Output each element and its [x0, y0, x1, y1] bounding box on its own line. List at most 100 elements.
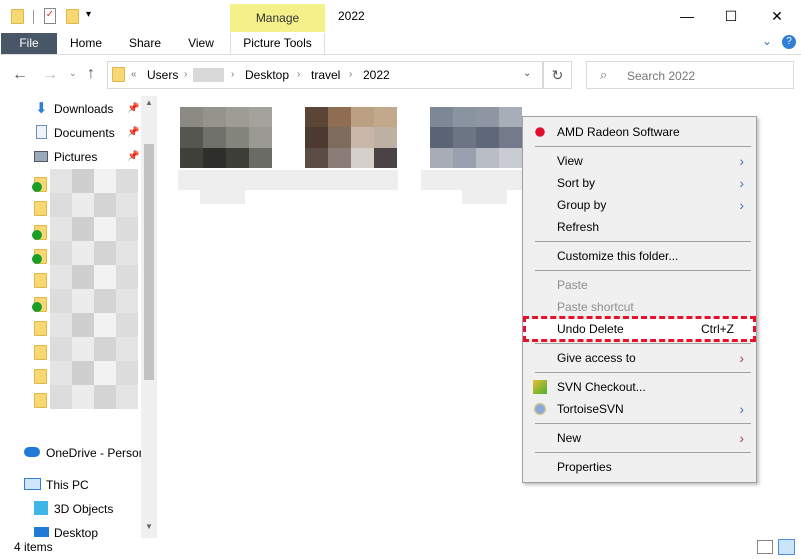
redacted-folder-name[interactable] [50, 217, 72, 241]
redacted-folder-name[interactable] [50, 337, 72, 361]
menu-item-view[interactable]: View › [523, 150, 756, 172]
menu-item-paste-shortcut[interactable]: Paste shortcut [523, 296, 756, 318]
redacted-folder-name[interactable] [116, 361, 138, 385]
chevron-right-icon[interactable]: › [231, 69, 234, 80]
menu-item-sort-by[interactable]: Sort by › [523, 172, 756, 194]
pin-icon[interactable]: 📌 [127, 127, 139, 138]
scroll-down-icon[interactable]: ▼ [145, 522, 153, 531]
chevron-right-icon[interactable]: › [297, 69, 300, 80]
search-input[interactable]: ⌕ Search 2022 [586, 61, 794, 89]
menu-item-refresh[interactable]: Refresh [523, 216, 756, 238]
redacted-folder-name[interactable] [72, 217, 94, 241]
redacted-folder-name[interactable] [50, 313, 72, 337]
scrollbar-thumb[interactable] [144, 144, 154, 380]
file-thumbnail[interactable] [430, 107, 522, 168]
file-thumbnail[interactable] [180, 107, 272, 168]
nav-item-documents[interactable]: Documents [54, 123, 115, 143]
redacted-folder-name[interactable] [72, 337, 94, 361]
nav-item-downloads[interactable]: Downloads [54, 99, 113, 119]
help-icon[interactable]: ? [782, 35, 796, 49]
menu-item-paste[interactable]: Paste [523, 274, 756, 296]
pin-icon[interactable]: 📌 [127, 151, 139, 162]
overflow-icon[interactable]: « [131, 69, 137, 80]
tab-share[interactable]: Share [122, 33, 168, 54]
redacted-folder-name[interactable] [94, 169, 116, 193]
nav-item-pictures[interactable]: Pictures [54, 147, 97, 167]
redacted-folder-name[interactable] [50, 265, 72, 289]
redacted-folder-name[interactable] [50, 361, 72, 385]
nav-item-desktop[interactable]: Desktop [54, 523, 98, 543]
redacted-folder-name[interactable] [116, 217, 138, 241]
redacted-folder-name[interactable] [94, 265, 116, 289]
breadcrumb-users[interactable]: Users [147, 68, 178, 82]
redacted-folder-name[interactable] [94, 289, 116, 313]
menu-item-amd-radeon-software[interactable]: AMD Radeon Software [523, 121, 756, 143]
breadcrumb-desktop[interactable]: Desktop [245, 68, 289, 82]
forward-button[interactable]: → [42, 66, 58, 84]
redacted-folder-name[interactable] [50, 289, 72, 313]
refresh-button[interactable]: ↻ [543, 61, 572, 89]
redacted-folder-name[interactable] [94, 217, 116, 241]
tab-view[interactable]: View [180, 33, 222, 54]
redacted-folder-name[interactable] [116, 265, 138, 289]
details-view-button[interactable] [757, 540, 773, 554]
breadcrumb-travel[interactable]: travel [311, 68, 340, 82]
redacted-folder-name[interactable] [50, 241, 72, 265]
breadcrumb-2022[interactable]: 2022 [363, 68, 390, 82]
redacted-folder-name[interactable] [94, 313, 116, 337]
redacted-folder-name[interactable] [72, 385, 94, 409]
redacted-folder-name[interactable] [72, 193, 94, 217]
redacted-folder-name[interactable] [72, 241, 94, 265]
properties-quick-icon[interactable]: ✓ [44, 8, 56, 24]
pin-icon[interactable]: 📌 [127, 103, 139, 114]
redacted-folder-name[interactable] [94, 385, 116, 409]
redacted-username[interactable] [193, 68, 224, 82]
redacted-folder-name[interactable] [116, 385, 138, 409]
redacted-folder-name[interactable] [94, 337, 116, 361]
redacted-folder-name[interactable] [116, 313, 138, 337]
nav-item-this-pc[interactable]: This PC [46, 475, 89, 495]
tab-file[interactable]: File [1, 33, 57, 54]
large-icons-view-button[interactable] [778, 539, 795, 555]
redacted-folder-name[interactable] [72, 265, 94, 289]
maximize-button[interactable]: ☐ [708, 4, 754, 28]
menu-item-tortoisesvn[interactable]: TortoiseSVN › [523, 398, 756, 420]
up-button[interactable]: ↑ [87, 65, 95, 83]
redacted-folder-name[interactable] [50, 169, 72, 193]
redacted-folder-name[interactable] [94, 361, 116, 385]
minimize-button[interactable]: — [664, 4, 710, 28]
menu-item-customize-this-folder[interactable]: Customize this folder... [523, 245, 756, 267]
nav-item-onedrive[interactable]: OneDrive - Person [46, 443, 145, 463]
redacted-folder-name[interactable] [116, 337, 138, 361]
customize-quick-access-icon[interactable]: ▾ [86, 9, 91, 20]
new-folder-quick-icon[interactable] [66, 9, 79, 24]
tab-home[interactable]: Home [62, 33, 110, 54]
redacted-folder-name[interactable] [72, 289, 94, 313]
menu-item-group-by[interactable]: Group by › [523, 194, 756, 216]
redacted-folder-name[interactable] [116, 241, 138, 265]
chevron-right-icon[interactable]: › [184, 69, 187, 80]
menu-item-new[interactable]: New › [523, 427, 756, 449]
redacted-folder-name[interactable] [50, 193, 72, 217]
expand-ribbon-icon[interactable]: ⌄ [762, 34, 776, 48]
redacted-folder-name[interactable] [72, 313, 94, 337]
back-button[interactable]: ← [12, 66, 28, 84]
redacted-folder-name[interactable] [116, 289, 138, 313]
menu-item-svn-checkout[interactable]: SVN Checkout... [523, 376, 756, 398]
redacted-folder-name[interactable] [50, 385, 72, 409]
nav-item-3d-objects[interactable]: 3D Objects [54, 499, 113, 519]
address-dropdown-icon[interactable]: ⌄ [523, 68, 531, 79]
recent-locations-button[interactable]: ⌄ [69, 68, 77, 79]
redacted-folder-name[interactable] [116, 169, 138, 193]
redacted-folder-name[interactable] [94, 193, 116, 217]
chevron-right-icon[interactable]: › [349, 69, 352, 80]
manage-tab[interactable]: Manage [230, 4, 325, 32]
redacted-folder-name[interactable] [72, 361, 94, 385]
menu-item-undo-delete[interactable]: Undo Delete Ctrl+Z [523, 316, 756, 342]
close-button[interactable]: ✕ [754, 4, 800, 28]
redacted-folder-name[interactable] [72, 169, 94, 193]
tab-picture-tools[interactable]: Picture Tools [230, 33, 325, 54]
scroll-up-icon[interactable]: ▲ [145, 98, 153, 107]
menu-item-give-access-to[interactable]: Give access to › [523, 347, 756, 369]
file-thumbnail[interactable] [305, 107, 397, 168]
